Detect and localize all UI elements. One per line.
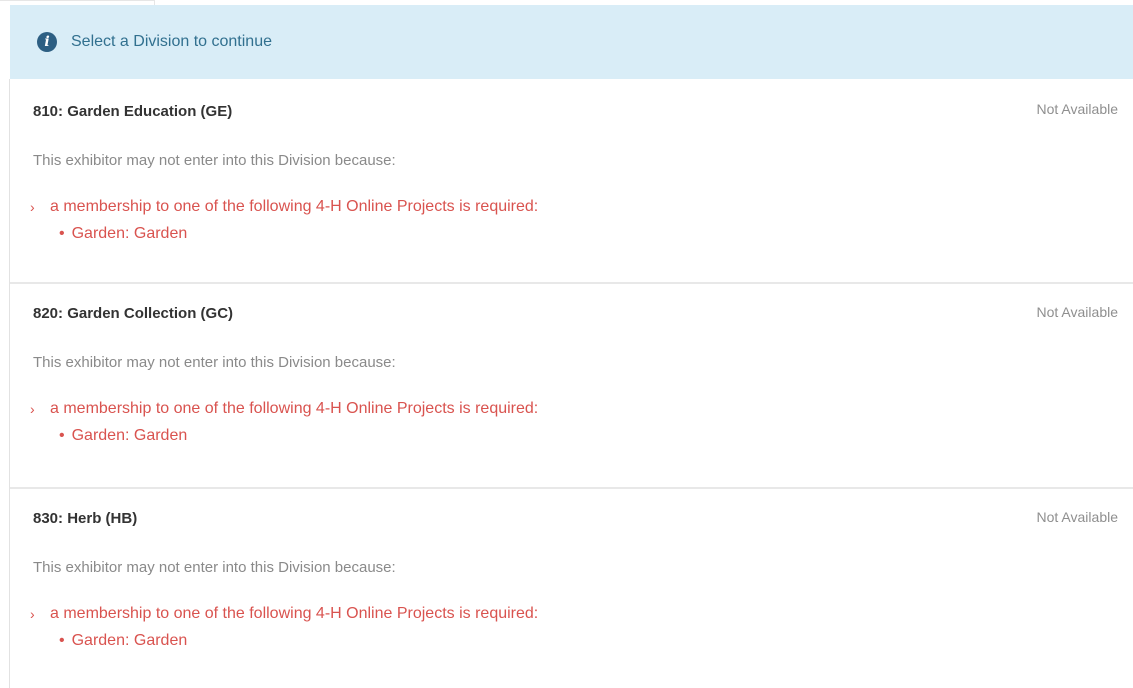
chevron-right-icon: ›: [30, 401, 35, 417]
division-item-810: 810: Garden Education (GE) Not Available…: [10, 79, 1133, 282]
bullet-icon: •: [59, 427, 65, 444]
division-selection-panel: i Select a Division to continue 810: Gar…: [0, 0, 1133, 688]
requirement-line: › a membership to one of the following 4…: [30, 400, 538, 418]
requirement-line: › a membership to one of the following 4…: [30, 198, 538, 216]
required-project-item: • Garden: Garden: [59, 427, 187, 445]
required-project-item: • Garden: Garden: [59, 225, 187, 243]
division-item-830: 830: Herb (HB) Not Available This exhibi…: [10, 487, 1133, 688]
chevron-right-icon: ›: [30, 199, 35, 215]
required-project-name: Garden: Garden: [71, 225, 188, 242]
required-project-item: • Garden: Garden: [59, 632, 187, 650]
availability-status: Not Available: [1036, 304, 1118, 320]
required-project-name: Garden: Garden: [71, 632, 188, 649]
availability-status: Not Available: [1036, 101, 1118, 117]
requirement-text: a membership to one of the following 4-H…: [50, 605, 539, 622]
availability-status: Not Available: [1036, 509, 1118, 525]
bullet-icon: •: [59, 225, 65, 242]
chevron-right-icon: ›: [30, 606, 35, 622]
info-message: Select a Division to continue: [71, 33, 272, 50]
requirement-text: a membership to one of the following 4-H…: [50, 400, 539, 417]
info-icon: i: [37, 32, 57, 52]
ineligibility-reason-intro: This exhibitor may not enter into this D…: [33, 559, 396, 576]
ineligibility-reason-intro: This exhibitor may not enter into this D…: [33, 354, 396, 371]
requirement-text: a membership to one of the following 4-H…: [50, 198, 539, 215]
ineligibility-reason-intro: This exhibitor may not enter into this D…: [33, 152, 396, 169]
info-alert: i Select a Division to continue: [10, 5, 1133, 79]
division-title: 810: Garden Education (GE): [33, 103, 233, 120]
requirement-line: › a membership to one of the following 4…: [30, 605, 538, 623]
division-title: 820: Garden Collection (GC): [33, 305, 234, 322]
division-title: 830: Herb (HB): [33, 510, 138, 527]
division-item-820: 820: Garden Collection (GC) Not Availabl…: [10, 282, 1133, 487]
required-project-name: Garden: Garden: [71, 427, 188, 444]
bullet-icon: •: [59, 632, 65, 649]
